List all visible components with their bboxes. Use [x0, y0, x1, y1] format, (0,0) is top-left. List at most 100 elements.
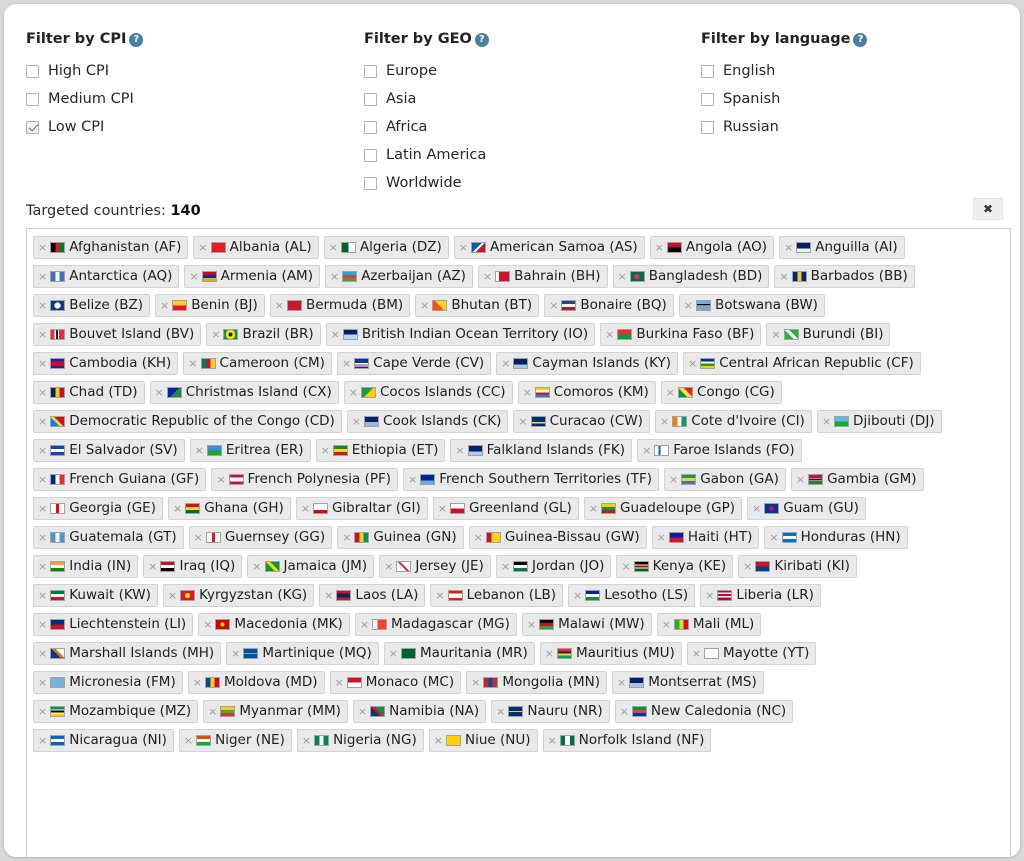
- country-tag[interactable]: × Belize (BZ): [33, 294, 151, 317]
- country-tag[interactable]: × Mauritania (MR): [383, 642, 535, 665]
- country-tag[interactable]: × Micronesia (FM): [33, 671, 183, 694]
- remove-country-icon[interactable]: ×: [38, 706, 47, 717]
- country-tag[interactable]: × Lesotho (LS): [568, 584, 696, 607]
- remove-country-icon[interactable]: ×: [589, 503, 598, 514]
- remove-country-icon[interactable]: ×: [358, 706, 367, 717]
- targeted-countries-list[interactable]: × Afghanistan (AF) × Albania (AL) × Algeria (…: [26, 228, 1011, 857]
- remove-country-icon[interactable]: ×: [389, 648, 398, 659]
- remove-country-icon[interactable]: ×: [655, 242, 664, 253]
- country-tag[interactable]: × Liberia (LR): [700, 584, 821, 607]
- remove-country-icon[interactable]: ×: [189, 271, 198, 282]
- remove-country-icon[interactable]: ×: [38, 561, 47, 572]
- country-tag[interactable]: × Curacao (CW): [513, 410, 650, 433]
- remove-country-icon[interactable]: ×: [657, 532, 666, 543]
- country-tag[interactable]: × Burundi (BI): [766, 323, 891, 346]
- remove-country-icon[interactable]: ×: [527, 619, 536, 630]
- country-tag[interactable]: × Mali (ML): [656, 613, 762, 636]
- country-tag[interactable]: × Bermuda (BM): [269, 294, 411, 317]
- remove-country-icon[interactable]: ×: [455, 445, 464, 456]
- country-tag[interactable]: × Guinea-Bissau (GW): [468, 526, 647, 549]
- country-tag[interactable]: × Bangladesh (BD): [612, 265, 770, 288]
- remove-country-icon[interactable]: ×: [684, 300, 693, 311]
- country-tag[interactable]: × Mayotte (YT): [686, 642, 817, 665]
- country-tag[interactable]: × Niue (NU): [428, 729, 538, 752]
- country-tag[interactable]: × Ethiopia (ET): [315, 439, 446, 462]
- remove-country-icon[interactable]: ×: [38, 445, 47, 456]
- country-tag[interactable]: × Congo (CG): [660, 381, 782, 404]
- country-tag[interactable]: × Eritrea (ER): [189, 439, 311, 462]
- remove-country-icon[interactable]: ×: [211, 329, 220, 340]
- country-tag[interactable]: × Guadeloupe (GP): [583, 497, 743, 520]
- country-tag[interactable]: × Norfolk Island (NF): [542, 729, 712, 752]
- remove-country-icon[interactable]: ×: [545, 648, 554, 659]
- remove-country-icon[interactable]: ×: [660, 416, 669, 427]
- remove-country-icon[interactable]: ×: [496, 706, 505, 717]
- remove-country-icon[interactable]: ×: [501, 561, 510, 572]
- remove-country-icon[interactable]: ×: [342, 532, 351, 543]
- country-tag[interactable]: × Madagascar (MG): [354, 613, 517, 636]
- remove-country-icon[interactable]: ×: [38, 387, 47, 398]
- remove-country-icon[interactable]: ×: [662, 619, 671, 630]
- country-tag[interactable]: × French Southern Territories (TF): [403, 468, 660, 491]
- country-tag[interactable]: × Cook Islands (CK): [346, 410, 509, 433]
- country-tag[interactable]: × Brazil (BR): [206, 323, 321, 346]
- question-circle-icon[interactable]: ?: [129, 33, 144, 47]
- remove-country-icon[interactable]: ×: [38, 300, 47, 311]
- country-tag[interactable]: × Chad (TD): [33, 381, 145, 404]
- checkbox-row-language-2[interactable]: Russian: [701, 113, 1020, 141]
- remove-country-icon[interactable]: ×: [331, 329, 340, 340]
- country-tag[interactable]: × Kenya (KE): [616, 555, 734, 578]
- country-tag[interactable]: × Moldova (MD): [187, 671, 325, 694]
- country-tag[interactable]: × Jersey (JE): [379, 555, 491, 578]
- checkbox-row-language-1[interactable]: Spanish: [701, 85, 1020, 113]
- remove-country-icon[interactable]: ×: [275, 300, 284, 311]
- country-tag[interactable]: × Marshall Islands (MH): [33, 642, 222, 665]
- remove-country-icon[interactable]: ×: [349, 387, 358, 398]
- country-tag[interactable]: × Greenland (GL): [432, 497, 579, 520]
- country-tag[interactable]: × Ghana (GH): [167, 497, 291, 520]
- country-tag[interactable]: × Angola (AO): [649, 236, 774, 259]
- country-tag[interactable]: × Namibia (NA): [352, 700, 487, 723]
- remove-country-icon[interactable]: ×: [752, 503, 761, 514]
- country-tag[interactable]: × Benin (BJ): [155, 294, 265, 317]
- checkbox-cpi-2[interactable]: [26, 120, 39, 134]
- country-tag[interactable]: × New Caledonia (NC): [614, 700, 794, 723]
- remove-country-icon[interactable]: ×: [669, 474, 678, 485]
- checkbox-row-geo-3[interactable]: Latin America: [364, 141, 694, 169]
- remove-country-icon[interactable]: ×: [173, 503, 182, 514]
- remove-country-icon[interactable]: ×: [705, 590, 714, 601]
- country-tag[interactable]: × Cocos Islands (CC): [343, 381, 513, 404]
- checkbox-row-geo-1[interactable]: Asia: [364, 85, 694, 113]
- country-tag[interactable]: × Cameroon (CM): [183, 352, 332, 375]
- country-tag[interactable]: × French Guiana (GF): [33, 468, 207, 491]
- country-tag[interactable]: × Montserrat (MS): [611, 671, 764, 694]
- country-tag[interactable]: × Mauritius (MU): [539, 642, 682, 665]
- country-tag[interactable]: × Liechtenstein (LI): [33, 613, 194, 636]
- remove-country-icon[interactable]: ×: [38, 329, 47, 340]
- country-tag[interactable]: × Burkina Faso (BF): [600, 323, 762, 346]
- remove-country-icon[interactable]: ×: [188, 358, 197, 369]
- remove-country-icon[interactable]: ×: [38, 271, 47, 282]
- checkbox-geo-4[interactable]: [364, 176, 377, 190]
- remove-country-icon[interactable]: ×: [617, 677, 626, 688]
- country-tag[interactable]: × Afghanistan (AF): [33, 236, 189, 259]
- remove-country-icon[interactable]: ×: [360, 619, 369, 630]
- checkbox-geo-0[interactable]: [364, 64, 377, 78]
- remove-country-icon[interactable]: ×: [420, 300, 429, 311]
- remove-country-icon[interactable]: ×: [459, 242, 468, 253]
- country-tag[interactable]: × Honduras (HN): [764, 526, 908, 549]
- country-tag[interactable]: × Djibouti (DJ): [816, 410, 942, 433]
- country-tag[interactable]: × Iraq (IQ): [143, 555, 243, 578]
- remove-country-icon[interactable]: ×: [688, 358, 697, 369]
- country-tag[interactable]: × Democratic Republic of the Congo (CD): [33, 410, 342, 433]
- remove-country-icon[interactable]: ×: [779, 271, 788, 282]
- country-tag[interactable]: × Cote d'Ivoire (CI): [654, 410, 812, 433]
- country-tag[interactable]: × Malawi (MW): [521, 613, 652, 636]
- remove-country-icon[interactable]: ×: [216, 474, 225, 485]
- remove-country-icon[interactable]: ×: [208, 706, 217, 717]
- country-tag[interactable]: × Cayman Islands (KY): [496, 352, 679, 375]
- country-tag[interactable]: × Myanmar (MM): [203, 700, 348, 723]
- country-tag[interactable]: × Botswana (BW): [678, 294, 825, 317]
- checkbox-geo-1[interactable]: [364, 92, 377, 106]
- remove-country-icon[interactable]: ×: [198, 242, 207, 253]
